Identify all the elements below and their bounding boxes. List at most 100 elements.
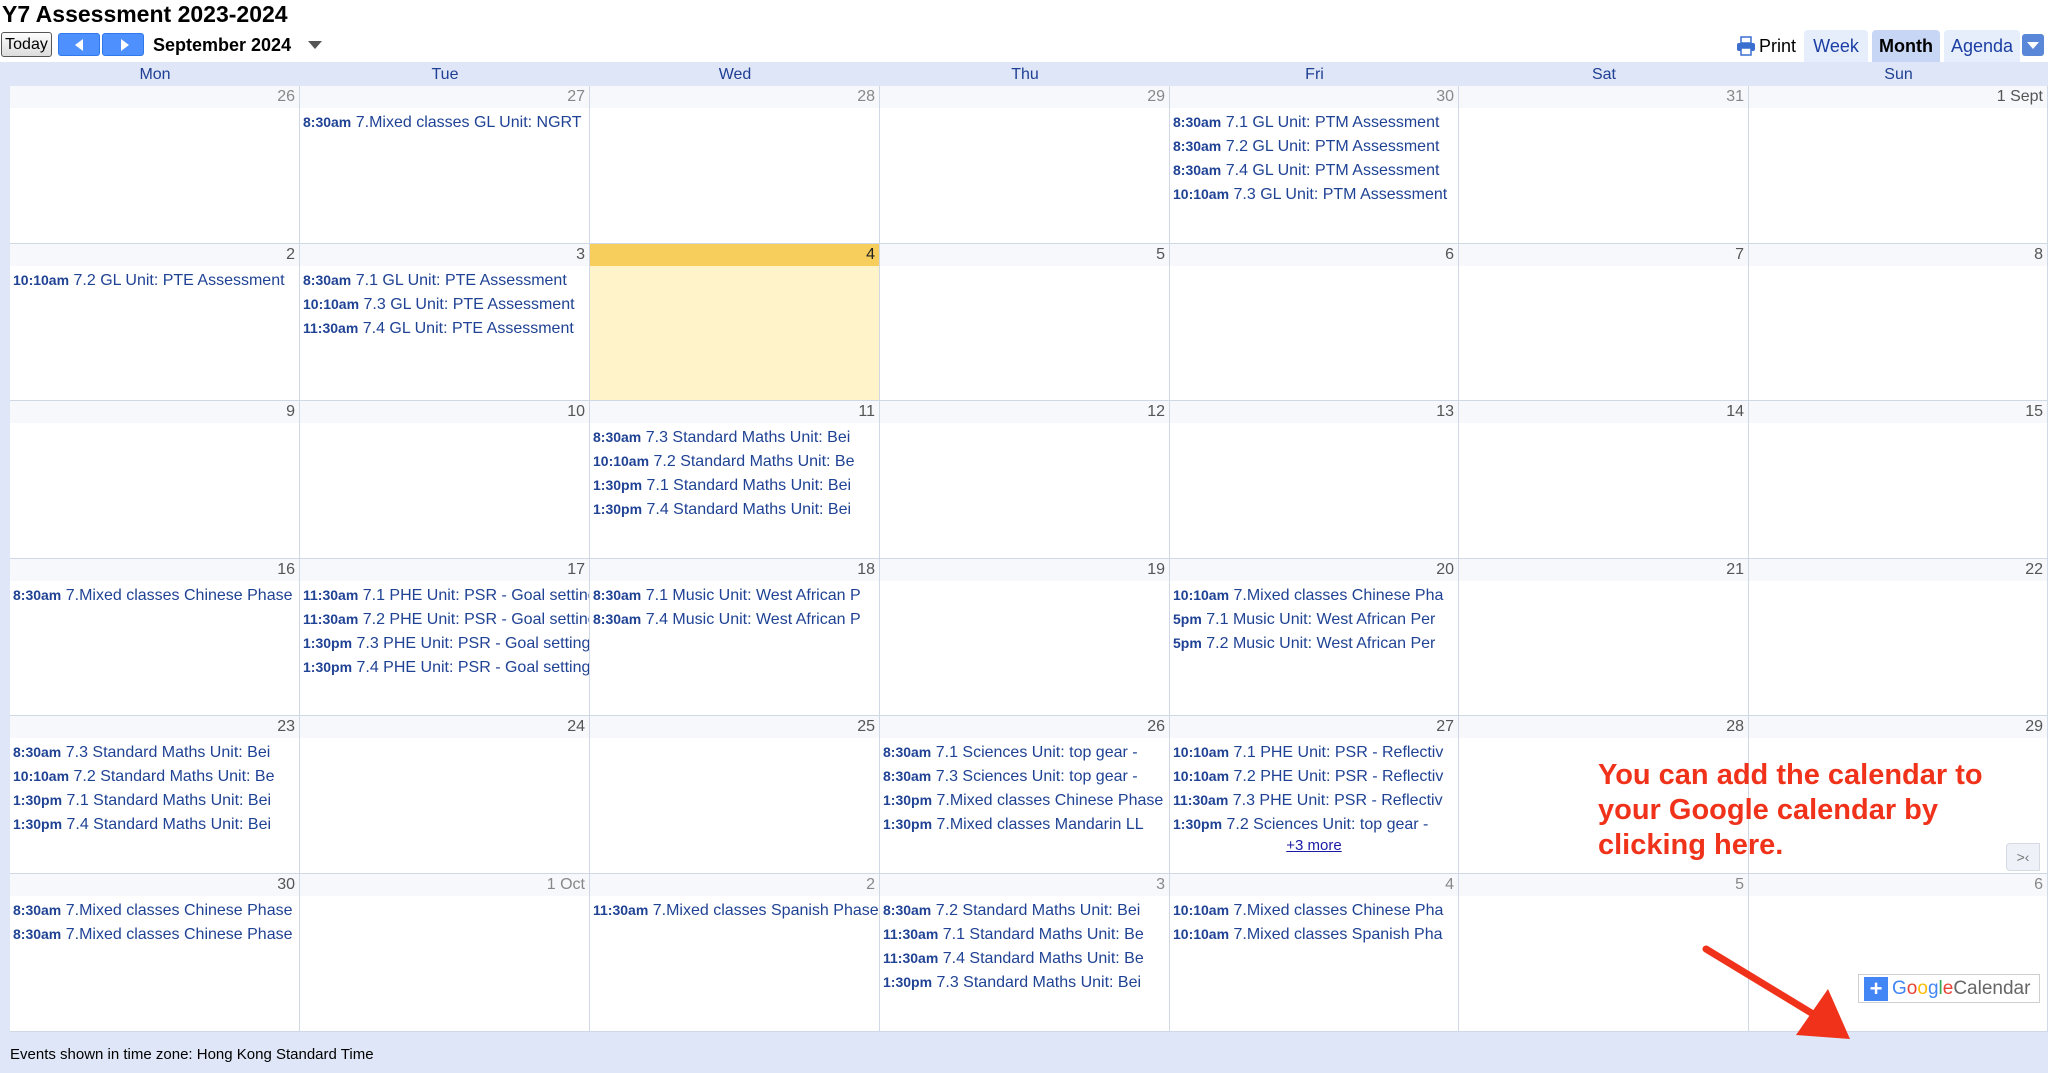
event-item[interactable]: 10:10am 7.1 PHE Unit: PSR - Reflectiv — [1170, 740, 1458, 764]
event-item[interactable]: 1:30pm 7.2 Sciences Unit: top gear - — [1170, 812, 1458, 836]
day-number[interactable]: 20 — [1170, 559, 1458, 581]
event-item[interactable]: 8:30am 7.2 Standard Maths Unit: Bei — [880, 898, 1169, 922]
day-number[interactable]: 2 — [10, 244, 299, 266]
day-cell[interactable]: 30 8:30am 7.1 GL Unit: PTM Assessment 8:30… — [1170, 86, 1459, 244]
tab-week[interactable]: Week — [1804, 30, 1868, 62]
day-number[interactable]: 14 — [1459, 401, 1748, 423]
day-number[interactable]: 29 — [880, 86, 1169, 108]
day-cell[interactable]: 16 8:30am 7.Mixed classes Chinese Phase — [10, 559, 300, 716]
day-number[interactable]: 9 — [10, 401, 299, 423]
day-cell[interactable]: 4 10:10am 7.Mixed classes Chinese Pha 10:1… — [1170, 874, 1459, 1032]
day-number[interactable]: 3 — [300, 244, 589, 266]
day-cell[interactable]: 23 8:30am 7.3 Standard Maths Unit: Bei 10:… — [10, 716, 300, 874]
day-number[interactable]: 21 — [1459, 559, 1748, 581]
day-cell[interactable]: 26 — [10, 86, 300, 244]
day-cell[interactable]: 28 — [590, 86, 880, 244]
day-number[interactable]: 28 — [590, 86, 879, 108]
day-number[interactable]: 24 — [300, 716, 589, 738]
event-item[interactable]: 1:30pm 7.4 Standard Maths Unit: Bei — [590, 497, 879, 521]
today-button[interactable]: Today — [1, 32, 52, 57]
event-item[interactable]: 11:30am 7.1 PHE Unit: PSR - Goal setting — [300, 583, 589, 607]
day-number[interactable]: 28 — [1459, 716, 1748, 738]
event-item[interactable]: 8:30am 7.Mixed classes Chinese Phase — [10, 922, 299, 946]
event-item[interactable]: 10:10am 7.Mixed classes Spanish Pha — [1170, 922, 1458, 946]
day-number[interactable]: 2 — [590, 874, 879, 896]
day-cell[interactable]: 2 11:30am 7.Mixed classes Spanish Phase — [590, 874, 880, 1032]
event-item[interactable]: 10:10am 7.2 GL Unit: PTE Assessment — [10, 268, 299, 292]
day-cell[interactable]: 8 — [1749, 244, 2048, 401]
previous-button[interactable] — [58, 33, 100, 56]
event-item[interactable]: 11:30am 7.4 GL Unit: PTE Assessment — [300, 316, 589, 340]
day-number[interactable]: 7 — [1459, 244, 1748, 266]
day-number[interactable]: 19 — [880, 559, 1169, 581]
event-item[interactable]: 1:30pm 7.4 Standard Maths Unit: Bei — [10, 812, 299, 836]
day-number[interactable]: 8 — [1749, 244, 2047, 266]
add-to-google-calendar-button[interactable]: + GoogleCalendar — [1858, 974, 2040, 1003]
day-cell[interactable]: 24 — [300, 716, 590, 874]
day-cell[interactable]: 26 8:30am 7.1 Sciences Unit: top gear - 8… — [880, 716, 1170, 874]
event-item[interactable]: 8:30am 7.Mixed classes Chinese Phase — [10, 898, 299, 922]
day-cell[interactable]: 21 — [1459, 559, 1749, 716]
day-cell[interactable]: 11 8:30am 7.3 Standard Maths Unit: Bei 10:… — [590, 401, 880, 559]
tab-agenda[interactable]: Agenda — [1944, 30, 2020, 62]
day-number[interactable]: 30 — [1170, 86, 1458, 108]
day-number[interactable]: 15 — [1749, 401, 2047, 423]
event-item[interactable]: 8:30am 7.3 Sciences Unit: top gear - — [880, 764, 1169, 788]
date-picker-caret-icon[interactable] — [308, 41, 322, 49]
day-number[interactable]: 13 — [1170, 401, 1458, 423]
event-item[interactable]: 1:30pm 7.Mixed classes Chinese Phase — [880, 788, 1169, 812]
event-item[interactable]: 8:30am 7.4 Music Unit: West African P — [590, 607, 879, 631]
event-item[interactable]: 11:30am 7.2 PHE Unit: PSR - Goal setting — [300, 607, 589, 631]
event-item[interactable]: 10:10am 7.2 Standard Maths Unit: Be — [10, 764, 299, 788]
event-item[interactable]: 10:10am 7.Mixed classes Chinese Pha — [1170, 583, 1458, 607]
day-cell[interactable]: 5 — [880, 244, 1170, 401]
event-item[interactable]: 1:30pm 7.1 Standard Maths Unit: Bei — [10, 788, 299, 812]
event-item[interactable]: 8:30am 7.3 Standard Maths Unit: Bei — [590, 425, 879, 449]
day-number[interactable]: 27 — [1170, 716, 1458, 738]
event-item[interactable]: 8:30am 7.1 GL Unit: PTE Assessment — [300, 268, 589, 292]
event-item[interactable]: 1:30pm 7.1 Standard Maths Unit: Bei — [590, 473, 879, 497]
day-cell[interactable]: 4 — [590, 244, 880, 401]
day-number[interactable]: 3 — [880, 874, 1169, 896]
event-item[interactable]: 5pm 7.1 Music Unit: West African Per — [1170, 607, 1458, 631]
day-cell[interactable]: 20 10:10am 7.Mixed classes Chinese Pha 5pm… — [1170, 559, 1459, 716]
day-cell[interactable]: 13 — [1170, 401, 1459, 559]
event-item[interactable]: 8:30am 7.Mixed classes GL Unit: NGRT — [300, 110, 589, 134]
day-number[interactable]: 16 — [10, 559, 299, 581]
day-number[interactable]: 5 — [880, 244, 1169, 266]
day-cell[interactable]: 27 10:10am 7.1 PHE Unit: PSR - Reflectiv 1… — [1170, 716, 1459, 874]
day-number[interactable]: 27 — [300, 86, 589, 108]
day-number[interactable]: 31 — [1459, 86, 1748, 108]
next-button[interactable] — [102, 33, 144, 56]
event-item[interactable]: 8:30am 7.2 GL Unit: PTM Assessment — [1170, 134, 1458, 158]
day-cell[interactable]: 31 — [1459, 86, 1749, 244]
event-item[interactable]: 8:30am 7.1 Sciences Unit: top gear - — [880, 740, 1169, 764]
event-item[interactable]: 11:30am 7.Mixed classes Spanish Phase — [590, 898, 879, 922]
day-number[interactable]: 11 — [590, 401, 879, 423]
day-number[interactable]: 6 — [1170, 244, 1458, 266]
day-number[interactable]: 1 Oct — [300, 874, 589, 896]
day-cell[interactable]: 10 — [300, 401, 590, 559]
day-cell[interactable]: 15 — [1749, 401, 2048, 559]
event-item[interactable]: 1:30pm 7.4 PHE Unit: PSR - Goal setting — [300, 655, 589, 679]
day-cell[interactable]: 7 — [1459, 244, 1749, 401]
day-cell[interactable]: 27 8:30am 7.Mixed classes GL Unit: NGRT — [300, 86, 590, 244]
day-number[interactable]: 10 — [300, 401, 589, 423]
event-item[interactable]: 1:30pm 7.Mixed classes Mandarin LL — [880, 812, 1169, 836]
day-number[interactable]: 23 — [10, 716, 299, 738]
day-number[interactable]: 4 — [590, 244, 879, 266]
day-cell[interactable]: 2 10:10am 7.2 GL Unit: PTE Assessment — [10, 244, 300, 401]
day-cell[interactable]: 14 — [1459, 401, 1749, 559]
day-cell[interactable]: 29 — [880, 86, 1170, 244]
day-cell[interactable]: 12 — [880, 401, 1170, 559]
side-panel-toggle[interactable]: >‹ — [2006, 843, 2040, 871]
day-number[interactable]: 25 — [590, 716, 879, 738]
tab-month[interactable]: Month — [1872, 30, 1940, 62]
event-item[interactable]: 10:10am 7.3 GL Unit: PTM Assessment — [1170, 182, 1458, 206]
print-button[interactable]: Print — [1736, 32, 1796, 60]
day-number[interactable]: 30 — [10, 874, 299, 896]
day-number[interactable]: 4 — [1170, 874, 1458, 896]
day-cell[interactable]: 1 Sept — [1749, 86, 2048, 244]
day-number[interactable]: 29 — [1749, 716, 2047, 738]
event-item[interactable]: 11:30am 7.4 Standard Maths Unit: Be — [880, 946, 1169, 970]
